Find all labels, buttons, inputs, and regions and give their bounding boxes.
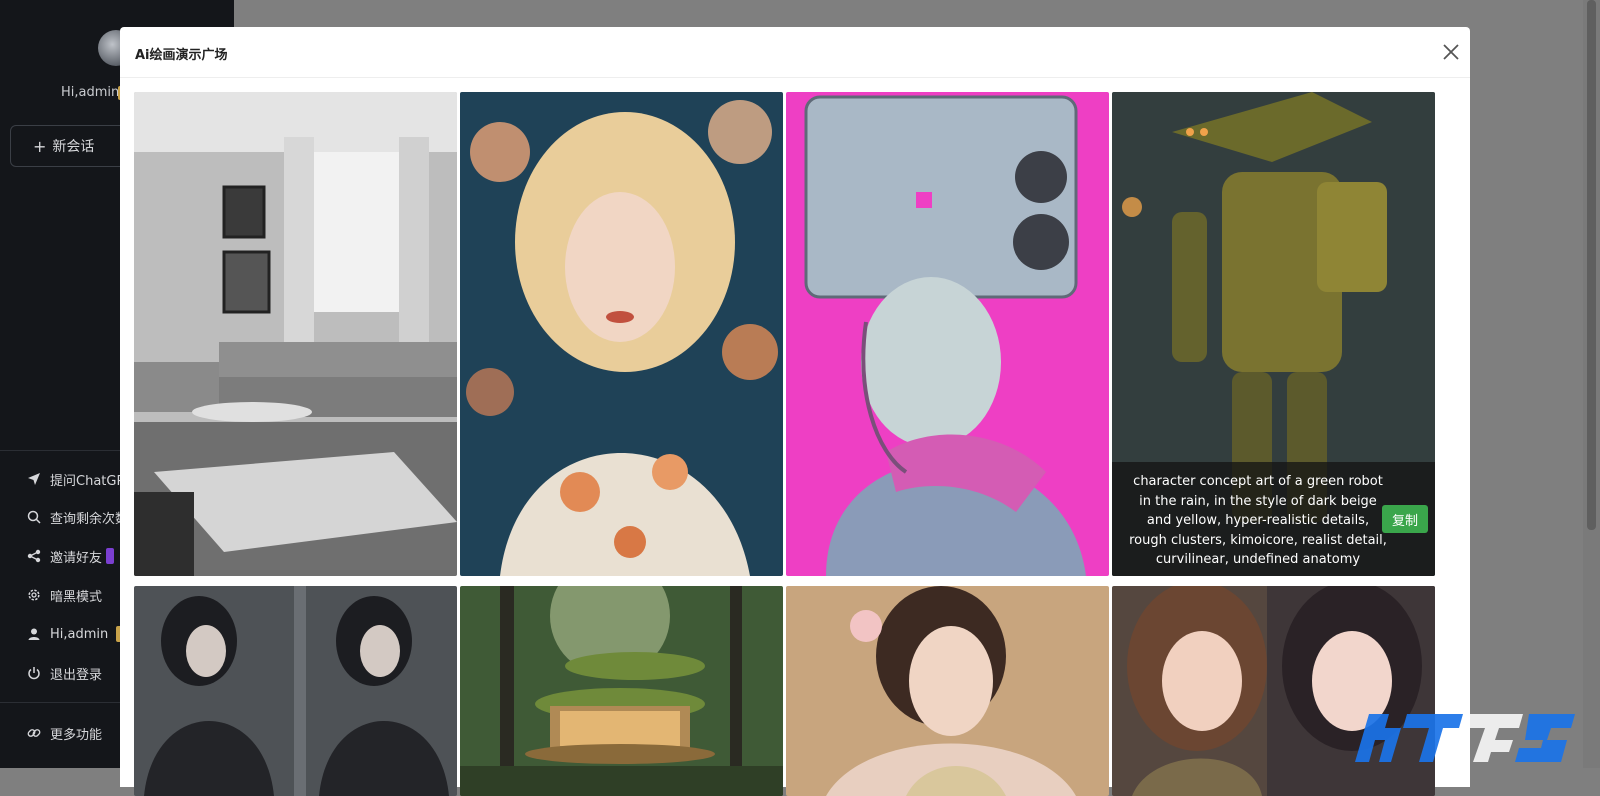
- sidebar-item-remaining[interactable]: 查询剩余次数: [26, 505, 128, 529]
- gallery-card[interactable]: [786, 92, 1109, 576]
- gallery-card[interactable]: [134, 92, 457, 576]
- sidebar-item-label: 查询剩余次数: [50, 511, 129, 527]
- living-room-image: [134, 92, 457, 576]
- prompt-text: character concept art of a green robot i…: [1129, 474, 1387, 567]
- close-icon[interactable]: [1440, 41, 1462, 63]
- modal-title: Ai绘画演示广场: [135, 48, 228, 63]
- gallery-modal: Ai绘画演示广场 character concept art of a gree…: [120, 27, 1470, 796]
- gallery-card[interactable]: [460, 92, 783, 576]
- dark-hair-girl-image: [134, 586, 457, 796]
- sidebar-item-more[interactable]: 更多功能: [26, 721, 102, 745]
- share-icon: [26, 548, 42, 564]
- modal-header: Ai绘画演示广场: [120, 27, 1470, 78]
- gallery-card[interactable]: [460, 586, 783, 796]
- plus-icon: +: [33, 136, 47, 156]
- sidebar-item-dark-mode[interactable]: 暗黑模式: [26, 583, 102, 607]
- user-greeting: Hi,admin: [61, 85, 120, 100]
- gallery-card[interactable]: [786, 586, 1109, 796]
- sidebar-item-label: 退出登录: [50, 667, 103, 683]
- sidebar-item-ask-chatgpt[interactable]: 提问ChatGPT: [26, 467, 132, 491]
- sidebar-item-profile[interactable]: Hi,admin: [26, 622, 125, 646]
- sidebar-item-invite[interactable]: 邀请好友: [26, 544, 115, 568]
- forest-treehouse-image: [460, 586, 783, 796]
- user-icon: [26, 626, 42, 642]
- search-icon: [26, 509, 42, 525]
- blonde-woman-flowers-image: [460, 92, 783, 576]
- prompt-overlay: character concept art of a green robot i…: [1112, 462, 1435, 576]
- sidebar-item-label: Hi,admin: [50, 626, 109, 642]
- gallery-card[interactable]: character concept art of a green robot i…: [1112, 92, 1435, 576]
- gallery-card[interactable]: [134, 586, 457, 796]
- link-icon: [26, 725, 42, 741]
- sidebar-item-label: 暗黑模式: [50, 589, 103, 605]
- send-icon: [26, 471, 42, 487]
- copy-button[interactable]: 复制: [1382, 505, 1428, 533]
- sidebar-item-logout[interactable]: 退出登录: [26, 661, 102, 685]
- sidebar-item-label: 邀请好友: [50, 550, 103, 566]
- new-chat-label: 新会话: [52, 139, 95, 155]
- woman-flower-hair-image: [786, 586, 1109, 796]
- sidebar-item-label: 更多功能: [50, 727, 103, 743]
- power-icon: [26, 665, 42, 681]
- watermark-logo: [1345, 700, 1580, 768]
- new-badge: [106, 548, 115, 564]
- gear-icon: [26, 587, 42, 603]
- robot-headed-girl-pink-image: [786, 92, 1109, 576]
- scrollbar-thumb[interactable]: [1587, 0, 1596, 530]
